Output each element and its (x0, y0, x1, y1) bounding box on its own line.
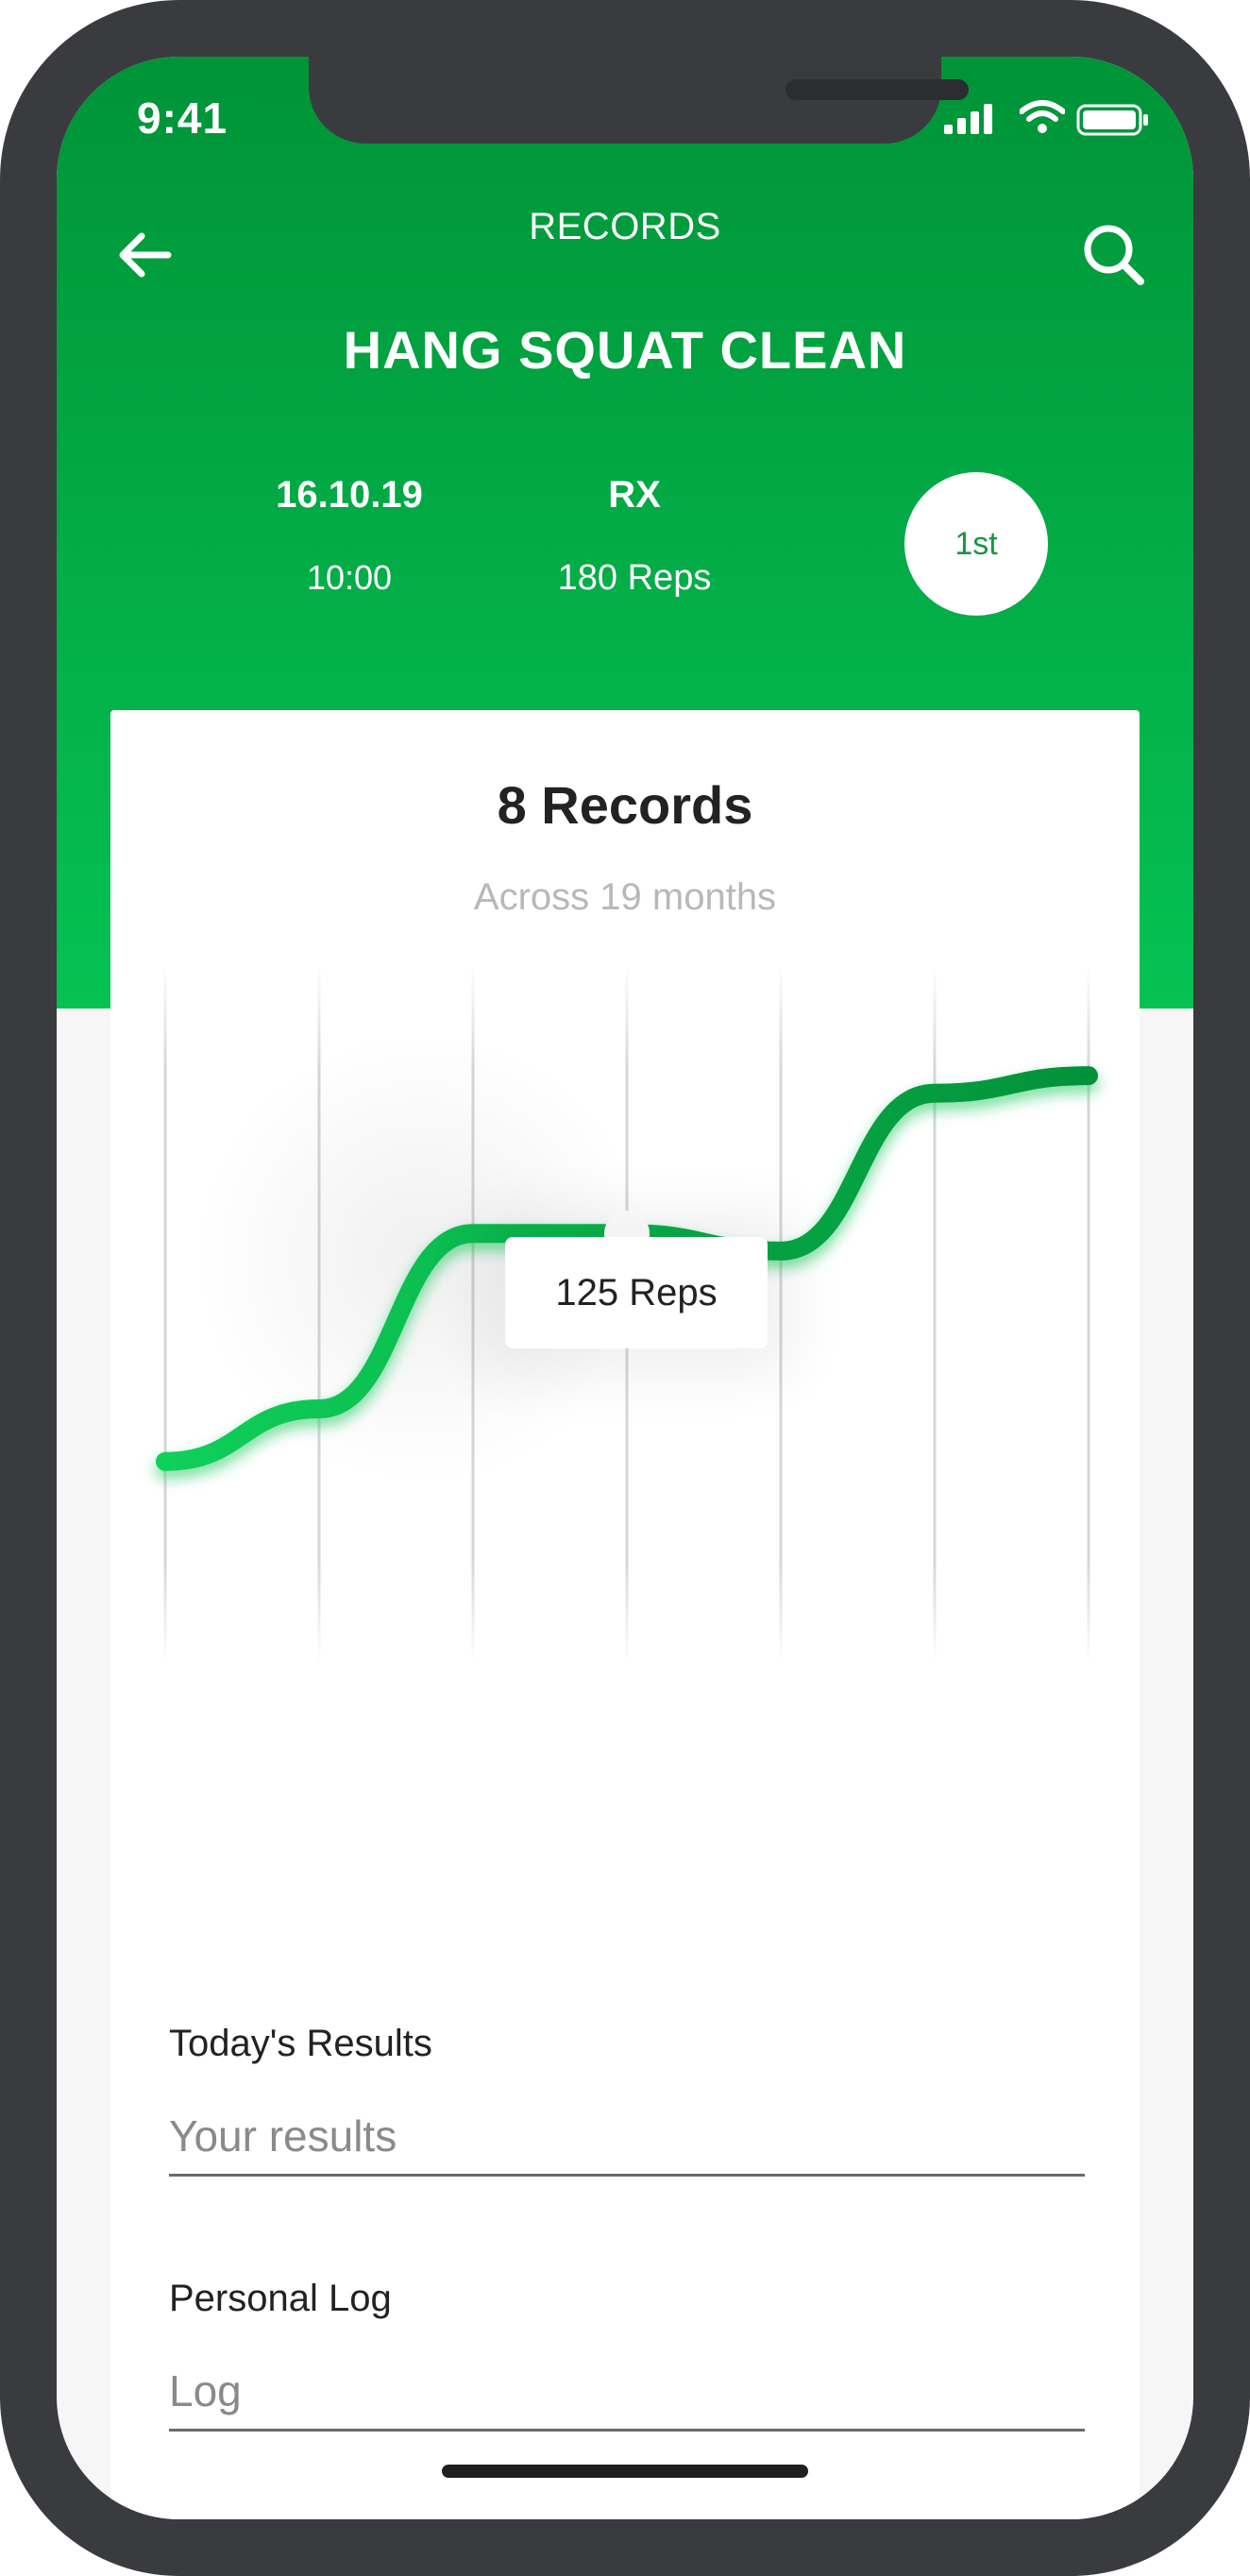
signal-icon (944, 104, 992, 134)
device-notch (309, 57, 969, 144)
exercise-title: HANG SQUAT CLEAN (343, 320, 907, 380)
battery-icon (1076, 104, 1148, 136)
screen-title: RECORDS (529, 206, 721, 247)
stat-date-block: 16.10.19 10:00 (208, 474, 491, 598)
grid-line (779, 965, 783, 1664)
home-indicator[interactable] (442, 2465, 808, 2478)
record-date: 16.10.19 (276, 474, 423, 516)
grid-line (933, 965, 937, 1664)
results-label: Today's Results (169, 2023, 432, 2064)
grid-line (163, 965, 167, 1664)
record-result: 180 Reps (557, 558, 712, 598)
records-card: 8 Records Across 19 months 125 Reps Toda… (110, 710, 1140, 2519)
stat-result-block: RX 180 Reps (493, 474, 776, 599)
chart-tooltip: 125 Reps (505, 1237, 768, 1348)
phone-frame: 9:41 RECORDS HANG SQUAT CLEAN 16.10.19 1… (0, 0, 1250, 2576)
records-span: Across 19 months (473, 876, 777, 918)
search-button[interactable] (1067, 208, 1161, 302)
log-label: Personal Log (169, 2278, 392, 2319)
record-level: RX (608, 474, 661, 516)
records-count: 8 Records (497, 775, 753, 835)
log-input[interactable] (169, 2353, 1085, 2432)
record-time: 10:00 (306, 558, 393, 597)
status-time: 9:41 (137, 93, 228, 143)
results-input[interactable] (169, 2098, 1085, 2177)
speaker-grille (785, 79, 969, 100)
search-icon (1084, 225, 1144, 285)
app-screen: 9:41 RECORDS HANG SQUAT CLEAN 16.10.19 1… (57, 57, 1193, 2519)
wifi-icon (1020, 100, 1065, 133)
rank-badge: 1st (904, 472, 1048, 616)
